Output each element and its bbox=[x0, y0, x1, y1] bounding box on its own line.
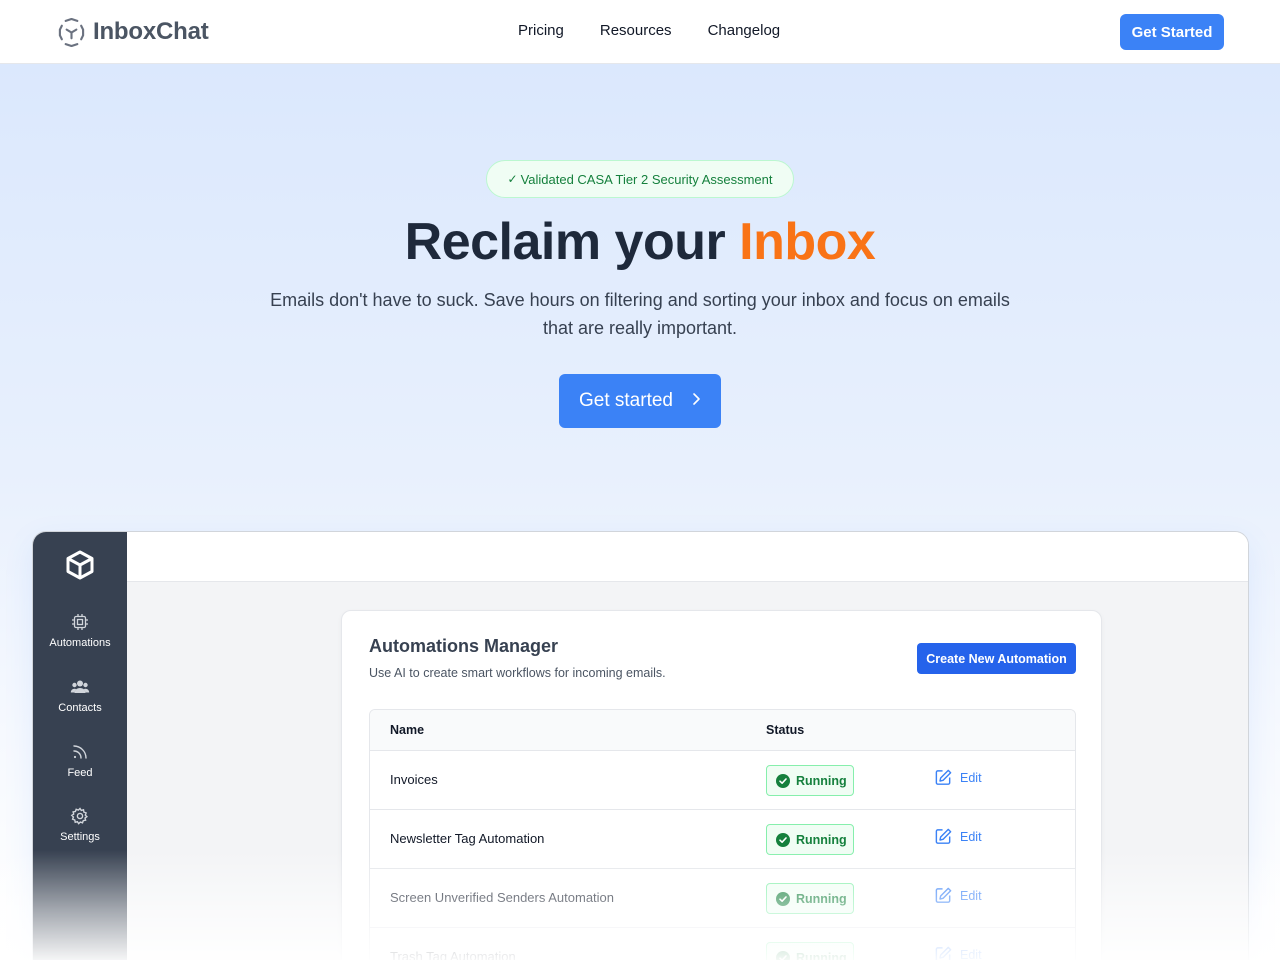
sidebar-item-label: Settings bbox=[60, 831, 100, 843]
hero-subtitle: Emails don't have to suck. Save hours on… bbox=[270, 290, 1010, 338]
security-badge: ✓ Validated CASA Tier 2 Security Assessm… bbox=[486, 160, 794, 198]
hero-title-accent: Inbox bbox=[739, 213, 876, 271]
status-text: Running bbox=[796, 832, 847, 847]
edit-label: Edit bbox=[960, 770, 982, 785]
get-started-hero-button[interactable]: Get started bbox=[559, 374, 721, 428]
check-icon: ✓ bbox=[507, 172, 518, 186]
automation-name: Trash Tag Automation bbox=[390, 949, 516, 960]
status-badge: Running bbox=[766, 883, 854, 914]
edit-label: Edit bbox=[960, 829, 982, 844]
logo-icon bbox=[58, 17, 85, 47]
nav-resources[interactable]: Resources bbox=[600, 22, 672, 39]
status-text: Running bbox=[796, 773, 847, 788]
sidebar-item-contacts[interactable]: Contacts bbox=[33, 677, 127, 727]
check-circle-icon bbox=[776, 950, 790, 960]
hero-title-main: Reclaim your bbox=[404, 213, 740, 271]
status-text: Running bbox=[796, 950, 847, 960]
cube-logo-icon[interactable] bbox=[64, 549, 96, 581]
brand[interactable]: InboxChat bbox=[57, 16, 209, 48]
check-circle-icon bbox=[776, 832, 790, 847]
table-row: Invoices Running Edit bbox=[370, 751, 1075, 810]
card-title: Automations Manager bbox=[369, 636, 559, 656]
edit-button[interactable]: Edit bbox=[934, 945, 982, 960]
edit-icon bbox=[935, 887, 952, 903]
edit-icon bbox=[935, 769, 952, 785]
automations-table: Name Status Invoices Running Edit Newsle… bbox=[369, 709, 1076, 960]
app-preview: Automations Contacts Feed Settings Autom… bbox=[32, 531, 1249, 960]
create-automation-button[interactable]: Create New Automation bbox=[917, 643, 1076, 674]
check-circle-icon bbox=[776, 891, 790, 906]
card-description: Use AI to create smart workflows for inc… bbox=[369, 666, 666, 680]
edit-label: Edit bbox=[960, 888, 982, 903]
table-row: Trash Tag Automation Running Edit bbox=[370, 928, 1075, 960]
hero-title: Reclaim your Inbox bbox=[0, 212, 1280, 272]
sidebar-item-feed[interactable]: Feed bbox=[33, 742, 127, 792]
status-badge: Running bbox=[766, 765, 854, 796]
sidebar-item-automations[interactable]: Automations bbox=[33, 612, 127, 662]
automations-card: Automations Manager Use AI to create sma… bbox=[341, 610, 1102, 960]
users-icon bbox=[70, 680, 90, 693]
app-sidebar: Automations Contacts Feed Settings bbox=[33, 532, 127, 960]
sidebar-item-label: Feed bbox=[67, 767, 93, 779]
cpu-icon bbox=[72, 614, 88, 630]
column-header-name: Name bbox=[390, 723, 425, 737]
edit-icon bbox=[935, 946, 952, 960]
automation-name: Screen Unverified Senders Automation bbox=[390, 890, 615, 905]
security-badge-text: Validated CASA Tier 2 Security Assessmen… bbox=[520, 171, 773, 187]
top-navbar: InboxChat Pricing Resources Changelog Ge… bbox=[0, 0, 1280, 64]
nav-pricing[interactable]: Pricing bbox=[518, 22, 564, 39]
app-topbar bbox=[127, 532, 1248, 582]
rss-icon bbox=[73, 745, 87, 759]
edit-label: Edit bbox=[960, 947, 982, 960]
edit-button[interactable]: Edit bbox=[934, 827, 982, 846]
get-started-header-button[interactable]: Get Started bbox=[1120, 14, 1224, 50]
sidebar-item-settings[interactable]: Settings bbox=[33, 806, 127, 856]
brand-name: InboxChat bbox=[93, 18, 209, 45]
edit-button[interactable]: Edit bbox=[934, 768, 982, 787]
sidebar-item-label: Contacts bbox=[58, 702, 102, 714]
automation-name: Invoices bbox=[390, 772, 438, 787]
gear-icon bbox=[70, 807, 88, 825]
main-nav: Pricing Resources Changelog bbox=[518, 22, 780, 39]
table-row: Newsletter Tag Automation Running Edit bbox=[370, 810, 1075, 869]
table-row: Screen Unverified Senders Automation Run… bbox=[370, 869, 1075, 928]
status-text: Running bbox=[796, 891, 847, 906]
table-header: Name Status bbox=[370, 710, 1075, 751]
automation-name: Newsletter Tag Automation bbox=[390, 831, 545, 846]
column-header-status: Status bbox=[766, 723, 805, 737]
get-started-hero-label: Get started bbox=[579, 390, 673, 411]
status-badge: Running bbox=[766, 824, 854, 855]
check-circle-icon bbox=[776, 773, 790, 788]
edit-icon bbox=[935, 828, 952, 844]
hero-section: ✓ Validated CASA Tier 2 Security Assessm… bbox=[0, 64, 1280, 960]
chevron-right-icon bbox=[691, 392, 701, 411]
status-badge: Running bbox=[766, 942, 854, 960]
sidebar-item-label: Automations bbox=[49, 637, 111, 649]
nav-changelog[interactable]: Changelog bbox=[708, 22, 781, 39]
edit-button[interactable]: Edit bbox=[934, 886, 982, 905]
